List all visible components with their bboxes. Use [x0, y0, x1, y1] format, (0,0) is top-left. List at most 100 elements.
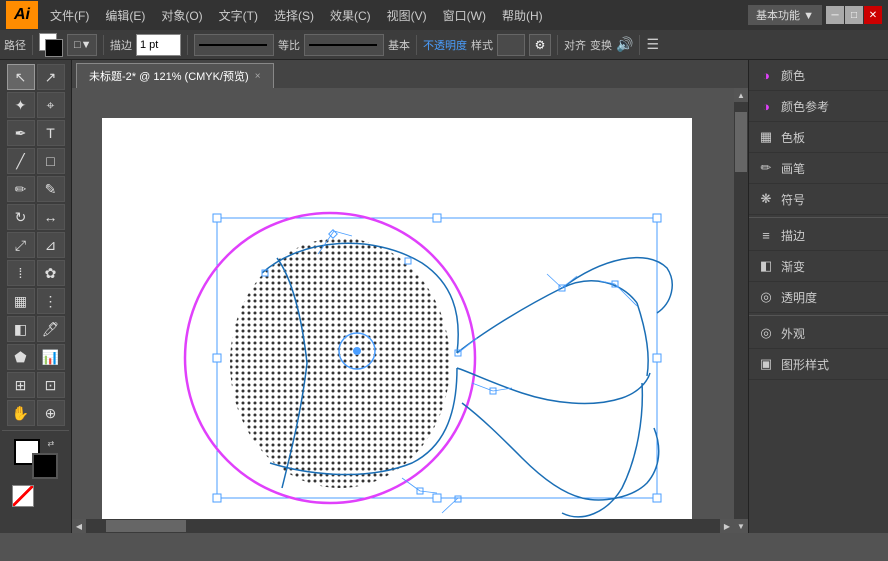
align-label: 对齐 [564, 37, 586, 53]
scroll-down-btn[interactable]: ▼ [734, 519, 748, 533]
h-scrollbar: ◀ ▶ [72, 519, 734, 533]
toolbar-sep-6 [639, 35, 640, 55]
stroke-color-btn[interactable] [39, 33, 63, 57]
scroll-right-btn[interactable]: ▶ [720, 519, 734, 533]
panel-symbol[interactable]: ❋ 符号 [749, 184, 888, 215]
settings-btn[interactable]: ⚙ [529, 34, 551, 56]
panel-gradient[interactable]: ◧ 渐变 [749, 251, 888, 282]
menu-file[interactable]: 文件(F) [42, 5, 97, 26]
opacity-label[interactable]: 不透明度 [423, 37, 467, 53]
artwork-svg: 如上图所示，一一选择我们需要的部分 [102, 118, 692, 533]
panel-color[interactable]: ◑ 颜色 [749, 60, 888, 91]
panel-transparency-label: 透明度 [781, 289, 817, 306]
eyedropper-tool[interactable]: 🖊 [37, 316, 65, 342]
workspace-btn[interactable]: 基本功能 ▼ [748, 5, 822, 25]
menu-select[interactable]: 选择(S) [266, 5, 322, 26]
artboard-tool[interactable]: ⊞ [7, 372, 35, 398]
gradient-tool[interactable]: ◧ [7, 316, 35, 342]
title-bar: Ai 文件(F) 编辑(E) 对象(O) 文字(T) 选择(S) 效果(C) 视… [0, 0, 888, 30]
menu-window[interactable]: 窗口(W) [435, 5, 494, 26]
pen-tool[interactable]: ✒ [7, 120, 35, 146]
panel-gradient-label: 渐变 [781, 258, 805, 275]
menu-bar: 文件(F) 编辑(E) 对象(O) 文字(T) 选择(S) 效果(C) 视图(V… [42, 5, 744, 26]
panel-color-ref[interactable]: ◑ 颜色参考 [749, 91, 888, 122]
maximize-button[interactable]: □ [845, 6, 863, 24]
options-icon[interactable]: ☰ [646, 36, 659, 53]
toolbar: 路径 □▼ 描边 等比 基本 不透明度 样式 ⚙ 对齐 变换 🔊 ☰ [0, 30, 888, 60]
blend-tool[interactable]: ⁞ [7, 260, 35, 286]
style-preview[interactable] [497, 34, 525, 56]
pencil-tool[interactable]: ✎ [37, 176, 65, 202]
bar-chart-icon[interactable]: 📊 [37, 344, 65, 370]
select-tool[interactable]: ↖ [7, 64, 35, 90]
menu-view[interactable]: 视图(V) [379, 5, 435, 26]
shear-tool[interactable]: ⊿ [37, 232, 65, 258]
canvas-scroll-area[interactable]: 如上图所示，一一选择我们需要的部分 ▲ ▼ ◀ ▶ [72, 88, 748, 533]
shape-selector[interactable]: □▼ [67, 34, 97, 56]
panel-color-ref-label: 颜色参考 [781, 98, 829, 115]
tab-label: 未标题-2* @ 121% (CMYK/预览) [89, 68, 249, 84]
panel-stroke-label: 描边 [781, 227, 805, 244]
blend-tool-2[interactable]: ⬟ [7, 344, 35, 370]
panel-transparency[interactable]: ◎ 透明度 [749, 282, 888, 313]
hand-tool[interactable]: ✋ [7, 400, 35, 426]
tool-row-11: ⬟ 📊 [2, 344, 69, 370]
stroke-width-input[interactable] [136, 34, 181, 56]
scroll-track[interactable] [734, 102, 748, 519]
panel-brush[interactable]: ✏ 画笔 [749, 153, 888, 184]
scale-tool[interactable]: ⤢ [7, 232, 35, 258]
tool-row-1: ↖ ↗ [2, 64, 69, 90]
tool-row-3: ✒ T [2, 120, 69, 146]
lasso-tool[interactable]: ⌖ [37, 92, 65, 118]
document-tab[interactable]: 未标题-2* @ 121% (CMYK/预览) × [76, 63, 274, 88]
rect-tool[interactable]: □ [37, 148, 65, 174]
graphic-style-icon: ▣ [757, 355, 775, 373]
h-scroll-thumb[interactable] [106, 520, 186, 532]
transform-label: 变换 [590, 37, 612, 53]
transparency-icon: ◎ [757, 288, 775, 306]
stroke-icon: ≡ [757, 226, 775, 244]
color-area: ⇄ [2, 439, 69, 479]
mesh-tool[interactable]: ⋮ [37, 288, 65, 314]
speaker-icon[interactable]: 🔊 [616, 36, 633, 53]
line-style-btn[interactable] [304, 34, 384, 56]
background-color[interactable] [32, 453, 58, 479]
rotate-tool[interactable]: ↻ [7, 204, 35, 230]
type-tool[interactable]: T [37, 120, 65, 146]
panel-swatches[interactable]: ▦ 色板 [749, 122, 888, 153]
column-graph-tool[interactable]: ▦ [7, 288, 35, 314]
menu-object[interactable]: 对象(O) [153, 5, 210, 26]
toolbar-sep-1 [32, 35, 33, 55]
scroll-up-btn[interactable]: ▲ [734, 88, 748, 102]
tool-row-9: ▦ ⋮ [2, 288, 69, 314]
reflect-tool[interactable]: ↔ [37, 204, 65, 230]
stroke-pattern-btn[interactable] [194, 34, 274, 56]
h-scroll-track[interactable] [86, 519, 720, 533]
zoom-tool[interactable]: ⊕ [37, 400, 65, 426]
minimize-button[interactable]: ─ [826, 6, 844, 24]
tab-close-btn[interactable]: × [255, 71, 261, 82]
paint-brush-tool[interactable]: ✏ [7, 176, 35, 202]
scroll-thumb[interactable] [735, 112, 747, 172]
none-btn[interactable] [12, 485, 34, 507]
menu-effect[interactable]: 效果(C) [322, 5, 379, 26]
panel-appearance[interactable]: ◎ 外观 [749, 318, 888, 349]
menu-help[interactable]: 帮助(H) [494, 5, 551, 26]
scroll-left-btn[interactable]: ◀ [72, 519, 86, 533]
tool-row-6: ↻ ↔ [2, 204, 69, 230]
swap-colors-icon[interactable]: ⇄ [48, 439, 58, 449]
menu-edit[interactable]: 编辑(E) [97, 5, 153, 26]
menu-text[interactable]: 文字(T) [211, 5, 266, 26]
slice-tool[interactable]: ⊡ [37, 372, 65, 398]
tool-row-10: ◧ 🖊 [2, 316, 69, 342]
direct-select-tool[interactable]: ↗ [37, 64, 65, 90]
toolbar-sep-3 [187, 35, 188, 55]
panel-stroke[interactable]: ≡ 描边 [749, 220, 888, 251]
line-tool[interactable]: ╱ [7, 148, 35, 174]
close-button[interactable]: ✕ [864, 6, 882, 24]
left-toolbar: ↖ ↗ ✦ ⌖ ✒ T ╱ □ ✏ ✎ ↻ ↔ ⤢ ⊿ ⁞ ✿ [0, 60, 72, 533]
panel-graphic-style[interactable]: ▣ 图形样式 [749, 349, 888, 380]
symbol-sprayer-tool[interactable]: ✿ [37, 260, 65, 286]
magic-wand-tool[interactable]: ✦ [7, 92, 35, 118]
fill-btn [38, 485, 60, 507]
